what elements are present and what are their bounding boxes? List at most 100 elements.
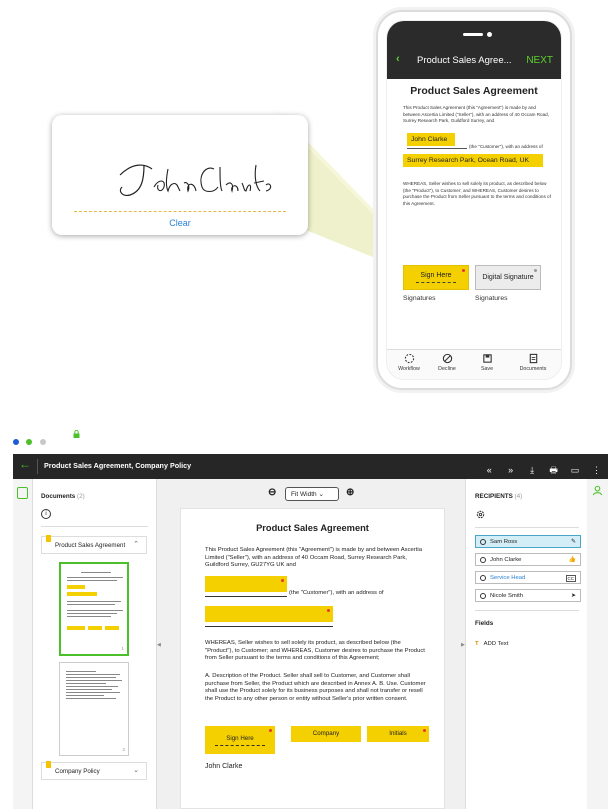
decline-nav[interactable]: Decline <box>427 353 467 372</box>
zoom-select[interactable]: Fit Width ⌄ <box>285 487 339 501</box>
panel-divider <box>475 527 579 528</box>
document-paragraph-1: This Product Sales Agreement (this "Agre… <box>205 547 423 569</box>
back-arrow-icon[interactable]: ← <box>19 457 31 471</box>
info-icon[interactable]: i <box>41 509 51 519</box>
doc-group-product-sales[interactable]: Product Sales Agreement ⌃ <box>41 535 147 554</box>
panel-divider <box>475 610 579 611</box>
signature-baseline <box>74 211 286 212</box>
required-dot <box>462 269 465 272</box>
cc-icon: CC <box>565 575 576 582</box>
clock-icon <box>480 575 486 581</box>
page-thumbnail-2[interactable]: 2 <box>59 662 129 756</box>
phone-paragraph-2: WHEREAS, Seller wishes to sell solely it… <box>403 181 551 206</box>
thumbnail-page-number: 2 <box>122 748 125 753</box>
recipient-service-head[interactable]: Service Head CC <box>475 571 581 584</box>
documents-panel: Documents (2) i Product Sales Agreement … <box>33 479 157 809</box>
document-title: Product Sales Agreement <box>256 523 369 533</box>
phone-sign-here-button[interactable]: Sign Here <box>403 265 469 290</box>
download-icon[interactable]: ⤓ <box>527 465 538 476</box>
collapse-left-icon[interactable]: « <box>484 465 495 475</box>
phone-digital-signature-button[interactable]: Digital Signature <box>475 265 541 290</box>
workflow-nav[interactable]: Workflow <box>389 353 429 372</box>
fields-heading: Fields <box>475 620 494 627</box>
required-dot <box>423 729 426 732</box>
chevron-up-icon[interactable]: ⌃ <box>133 540 139 548</box>
signer-name: John Clarke <box>205 763 243 770</box>
window-controls <box>13 432 49 450</box>
comment-icon[interactable]: ▭ <box>570 465 581 476</box>
user-icon[interactable] <box>592 485 603 496</box>
phone-header: ‹ Product Sales Agree... NEXT <box>387 21 561 79</box>
phone-title: Product Sales Agree... <box>417 55 512 66</box>
documents-icon <box>529 353 537 364</box>
save-nav[interactable]: Save <box>467 353 507 372</box>
app-header: ← Product Sales Agreement, Company Polic… <box>13 454 608 479</box>
clock-icon <box>480 539 486 545</box>
recipient-name: Service Head <box>490 575 526 581</box>
header-divider <box>37 459 38 474</box>
documents-label: Documents <box>519 366 547 372</box>
recipient-sam-ross[interactable]: Sam Ross ✎ <box>475 535 581 548</box>
cursor-icon: ➤ <box>570 593 576 599</box>
zoom-out-icon[interactable]: ⊖ <box>268 487 276 498</box>
chevron-left-icon[interactable]: ‹ <box>396 53 400 65</box>
document-page: Product Sales Agreement This Product Sal… <box>180 508 445 809</box>
thumbs-up-icon: 👍 <box>568 557 576 563</box>
signature-drawing[interactable] <box>114 153 274 203</box>
sign-here-button[interactable]: Sign Here <box>205 726 275 754</box>
clear-signature-button[interactable]: Clear <box>52 218 308 228</box>
save-label: Save <box>480 366 494 372</box>
doc-group-label: Company Policy <box>55 768 100 775</box>
settings-gear-icon[interactable] <box>475 509 486 520</box>
decline-label: Decline <box>438 366 456 372</box>
phone-screen: ‹ Product Sales Agree... NEXT Product Sa… <box>386 20 562 380</box>
recipients-panel: RECIPIENTS (4) Sam Ross ✎ John Clarke 👍 … <box>465 479 587 809</box>
required-dot <box>327 609 330 612</box>
zoom-in-icon[interactable]: ⊕ <box>346 487 354 498</box>
phone-name-underline <box>407 148 467 149</box>
name-field[interactable] <box>205 576 287 592</box>
company-field[interactable]: Company <box>291 726 361 742</box>
phone-bottom-nav: Workflow Decline Save Documents <box>387 349 561 379</box>
decline-icon <box>442 353 452 364</box>
next-button[interactable]: NEXT <box>526 55 553 66</box>
window-dot-green[interactable] <box>26 439 33 445</box>
phone-doc-title: Product Sales Agreement <box>410 85 538 97</box>
right-rail <box>587 479 608 809</box>
chevron-down-icon[interactable]: ⌄ <box>133 766 139 774</box>
workflow-icon <box>404 353 414 364</box>
phone-name-field[interactable]: John Clarke <box>407 133 455 146</box>
recipient-name: Nicole Smith <box>490 593 524 599</box>
add-text-field[interactable]: T ADD Text <box>475 641 508 647</box>
phone-signatures-caption-2: Signatures <box>475 295 508 302</box>
recipient-john-clarke[interactable]: John Clarke 👍 <box>475 553 581 566</box>
collapse-right-icon[interactable]: » <box>505 465 516 475</box>
address-field[interactable] <box>205 606 333 622</box>
header-toolbar: « » ⤓ 🖶 ▭ ⋮ <box>478 460 602 479</box>
text-icon: T <box>475 641 479 647</box>
name-underline <box>205 596 287 597</box>
required-dot <box>269 729 272 732</box>
signature-card: Clear <box>52 115 308 235</box>
print-icon[interactable]: 🖶 <box>548 463 559 479</box>
initials-field[interactable]: Initials <box>367 726 429 742</box>
clock-icon <box>480 557 486 563</box>
bookmark-icon <box>46 761 51 768</box>
recipient-nicole-smith[interactable]: Nicole Smith ➤ <box>475 589 581 602</box>
more-options-icon[interactable]: ⋮ <box>591 465 602 476</box>
thumbnail-page-number: 1 <box>121 647 124 652</box>
window-dot-gray[interactable] <box>39 439 46 445</box>
collapse-left-panel-icon[interactable]: ◀ <box>157 642 161 648</box>
sign-here-dash <box>215 745 265 746</box>
recipient-name: John Clarke <box>490 557 522 563</box>
phone-address-field[interactable]: Surrey Research Park, Ocean Road, UK <box>403 154 543 167</box>
page-thumbnail-1[interactable]: 1 <box>59 562 129 656</box>
left-rail <box>13 479 33 809</box>
documents-nav[interactable]: Documents <box>513 353 553 372</box>
phone-signatures-caption-1: Signatures <box>403 295 436 302</box>
window-dot-blue[interactable] <box>13 439 19 445</box>
required-dot <box>281 579 284 582</box>
doc-group-company-policy[interactable]: Company Policy ⌄ <box>41 761 147 780</box>
documents-tab-icon[interactable] <box>17 487 28 499</box>
clock-icon <box>480 593 486 599</box>
